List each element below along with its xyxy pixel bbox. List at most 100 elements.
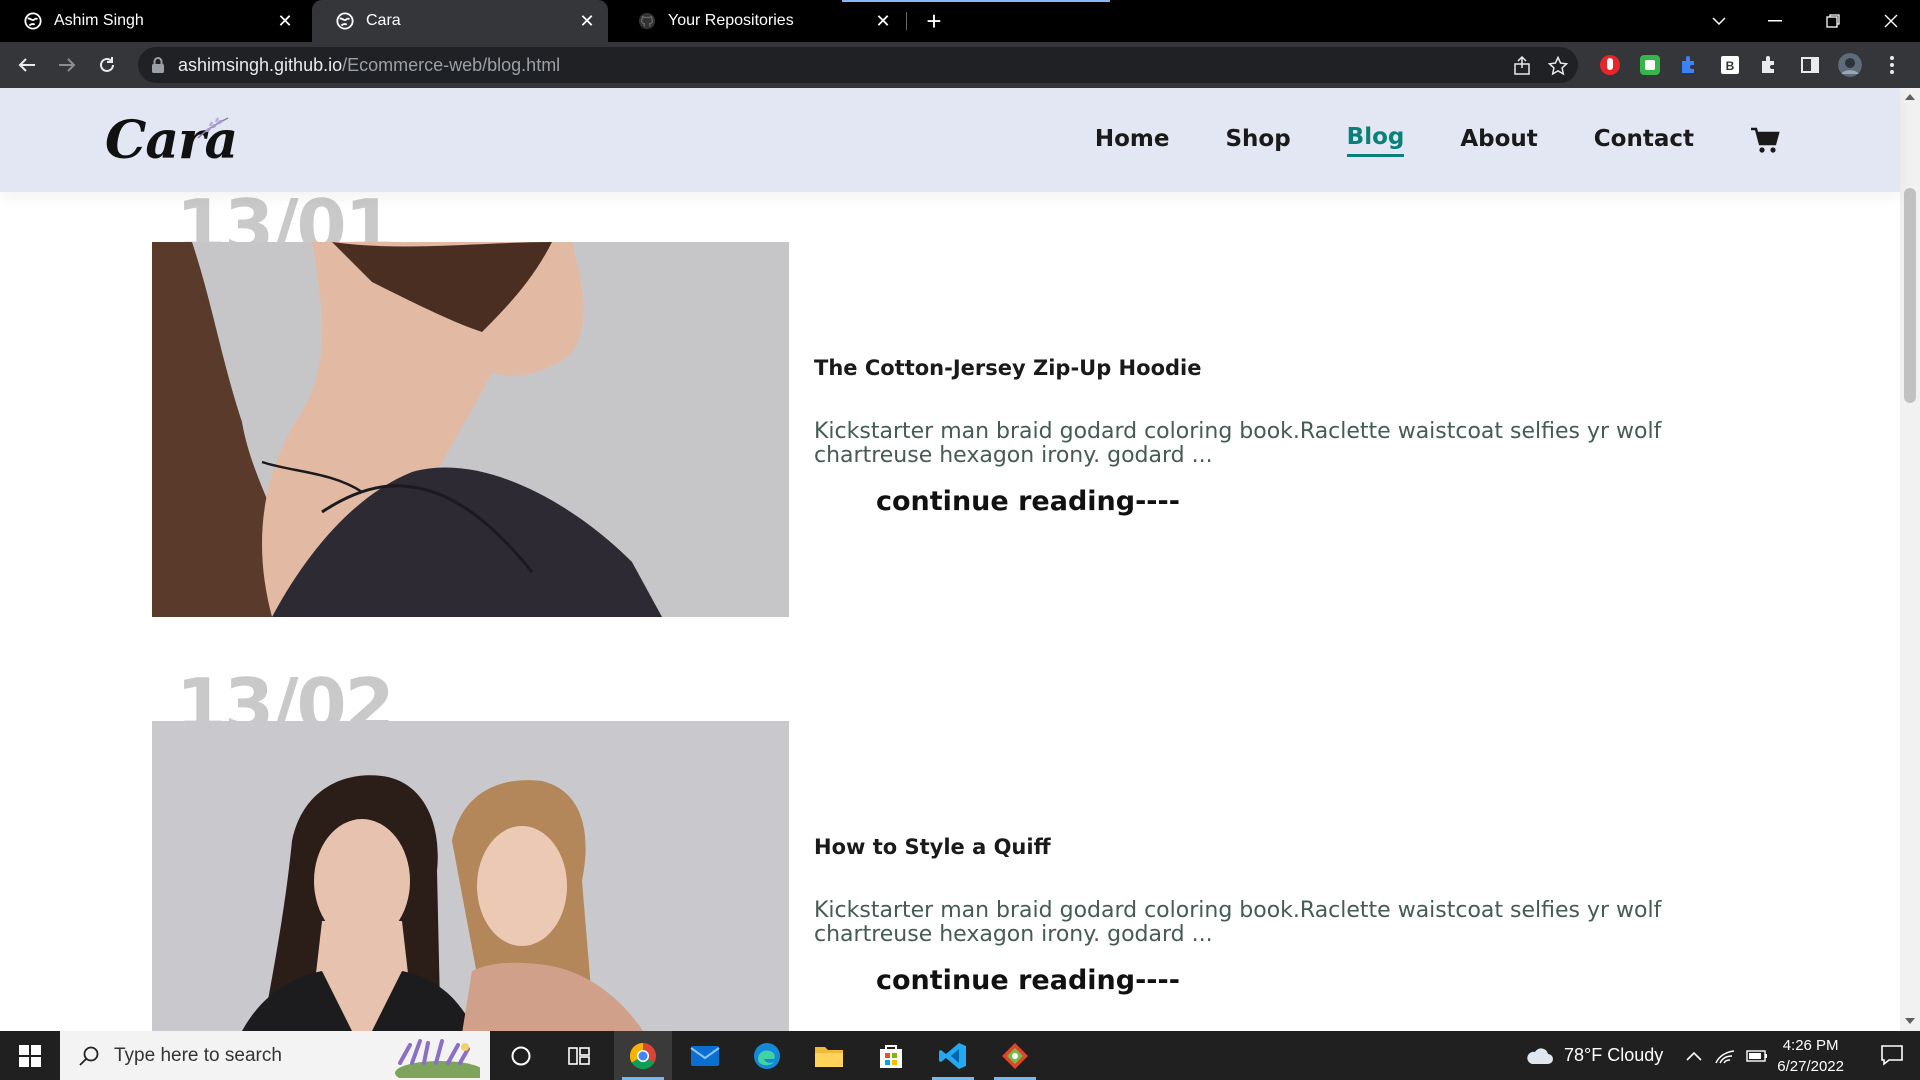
reload-icon: [100, 57, 114, 72]
tab-search-chevron-icon[interactable]: [1692, 0, 1746, 42]
url-text: ashimsingh.github.io/Ecommerce-web/blog.…: [178, 55, 560, 76]
new-tab-button[interactable]: +: [918, 6, 950, 38]
shopping-cart-icon[interactable]: [1750, 127, 1780, 155]
cloud-icon: [1527, 1047, 1553, 1064]
battery-status[interactable]: [1746, 1031, 1768, 1080]
browser-toolbar: ashimsingh.github.io/Ecommerce-web/blog.…: [0, 42, 1920, 88]
lavender-leaf-icon: [197, 117, 229, 139]
store-icon: [880, 1044, 902, 1068]
edge-icon: [754, 1042, 780, 1069]
windows-taskbar: Type here to search 78°F Cloudy 4:26 PM …: [0, 1031, 1920, 1080]
taskbar-file-explorer[interactable]: [800, 1031, 858, 1080]
close-icon[interactable]: ✕: [276, 12, 294, 30]
page-scrollbar[interactable]: [1900, 88, 1920, 1031]
blog-post: 13/01 The Cotton-Jersey Zip-Up Hoodie Ki…: [152, 184, 1752, 642]
share-icon[interactable]: [1513, 56, 1533, 76]
vscode-icon: [939, 1042, 966, 1069]
extensions-puzzle-icon[interactable]: [1758, 53, 1782, 77]
restore-button[interactable]: [1806, 0, 1860, 42]
post-image[interactable]: [152, 721, 789, 1031]
minimize-button[interactable]: [1748, 0, 1802, 42]
nav-home[interactable]: Home: [1095, 126, 1170, 156]
cortana-circle-icon: [511, 1046, 531, 1065]
task-view-button[interactable]: [492, 1031, 550, 1080]
forward-button[interactable]: [52, 50, 82, 80]
extension-blue-puzzle-icon[interactable]: [1678, 53, 1702, 77]
weather-widget[interactable]: 78°F Cloudy: [1524, 1031, 1663, 1080]
show-hidden-icons-button[interactable]: [1686, 1031, 1702, 1080]
close-icon[interactable]: ✕: [578, 12, 596, 30]
search-icon: [79, 1046, 99, 1066]
battery-icon: [1746, 1049, 1767, 1062]
tab-title: Cara: [366, 12, 401, 29]
back-button[interactable]: [12, 50, 42, 80]
two-models-photo: [152, 721, 789, 1031]
extension-red-icon[interactable]: [1598, 53, 1622, 77]
wifi-icon: [1715, 1049, 1735, 1063]
tab-title: Your Repositories: [668, 12, 794, 29]
nav-about[interactable]: About: [1460, 126, 1537, 156]
scroll-up-arrow[interactable]: [1905, 94, 1915, 100]
taskbar-store[interactable]: [862, 1031, 920, 1080]
chrome-icon: [629, 1042, 656, 1069]
profile-avatar[interactable]: [1838, 53, 1862, 77]
post-excerpt: Kickstarter man braid godard coloring bo…: [814, 419, 1662, 468]
continue-reading-link[interactable]: continue reading----: [876, 965, 1180, 996]
taskbar-search-box[interactable]: Type here to search: [60, 1031, 490, 1080]
extension-b-icon[interactable]: B: [1718, 53, 1742, 77]
close-icon[interactable]: ✕: [874, 12, 892, 30]
scroll-down-arrow[interactable]: [1905, 1018, 1915, 1024]
search-placeholder: Type here to search: [114, 1044, 282, 1066]
chevron-up-icon: [1686, 1051, 1702, 1061]
notification-center-icon[interactable]: [1880, 1043, 1904, 1067]
continue-reading-link[interactable]: continue reading----: [876, 486, 1180, 517]
scrollbar-thumb[interactable]: [1904, 188, 1916, 403]
task-view-icon-button[interactable]: [550, 1031, 608, 1080]
network-status[interactable]: [1714, 1031, 1736, 1080]
globe-icon: [24, 12, 42, 30]
taskbar-edge[interactable]: [738, 1031, 796, 1080]
start-button[interactable]: [0, 1031, 60, 1080]
github-icon: [638, 12, 656, 30]
tab-separator: [906, 12, 907, 30]
taskbar-vscode[interactable]: [924, 1031, 982, 1080]
taskbar-mail[interactable]: [676, 1031, 734, 1080]
extension-green-icon[interactable]: [1638, 53, 1662, 77]
tab-strip: Ashim Singh ✕ Cara ✕ Your Repositories ✕…: [0, 0, 1920, 42]
url-path: /Ecommerce-web/blog.html: [342, 55, 561, 75]
lock-icon: [152, 57, 164, 73]
arrow-right-icon: [59, 58, 76, 72]
more-menu-icon[interactable]: [1880, 53, 1904, 77]
post-title: How to Style a Quiff: [814, 835, 1051, 859]
mail-icon: [690, 1045, 720, 1066]
tab-title: Ashim Singh: [54, 12, 144, 29]
task-view-icon: [568, 1046, 590, 1065]
blog-post: 13/02 How to Style a Quiff Kickstarter m…: [152, 663, 1752, 1031]
taskbar-chrome[interactable]: [614, 1031, 672, 1080]
post-details: The Cotton-Jersey Zip-Up Hoodie Kickstar…: [814, 356, 1734, 517]
post-image[interactable]: [152, 242, 789, 617]
svg-text:B: B: [1726, 59, 1735, 73]
nav-blog[interactable]: Blog: [1346, 124, 1405, 157]
address-bar[interactable]: ashimsingh.github.io/Ecommerce-web/blog.…: [138, 47, 1578, 83]
nav-contact[interactable]: Contact: [1594, 126, 1694, 156]
taskbar-clock[interactable]: 4:26 PM 6/27/2022: [1777, 1035, 1844, 1077]
close-window-button[interactable]: [1864, 0, 1918, 42]
reload-button[interactable]: [92, 50, 122, 80]
windows-logo-icon: [19, 1044, 41, 1067]
clock-date: 6/27/2022: [1777, 1058, 1844, 1075]
url-host: ashimsingh.github.io: [178, 55, 343, 75]
post-details: How to Style a Quiff Kickstarter man bra…: [814, 835, 1734, 996]
main-navigation: Home Shop Blog About Contact: [1039, 124, 1780, 157]
tab-ashim-singh[interactable]: Ashim Singh ✕: [0, 0, 306, 42]
side-panel-icon[interactable]: [1798, 53, 1822, 77]
taskbar-git-gui[interactable]: [986, 1031, 1044, 1080]
tab-your-repositories[interactable]: Your Repositories ✕: [614, 0, 904, 42]
bookmark-star-icon[interactable]: [1548, 56, 1568, 76]
nav-shop[interactable]: Shop: [1225, 126, 1290, 156]
weather-text: 78°F Cloudy: [1564, 1045, 1664, 1065]
post-excerpt: Kickstarter man braid godard coloring bo…: [814, 898, 1662, 947]
tab-cara[interactable]: Cara ✕: [312, 0, 608, 42]
folder-icon: [815, 1046, 843, 1067]
search-highlight-illustration-icon: [395, 1039, 480, 1078]
